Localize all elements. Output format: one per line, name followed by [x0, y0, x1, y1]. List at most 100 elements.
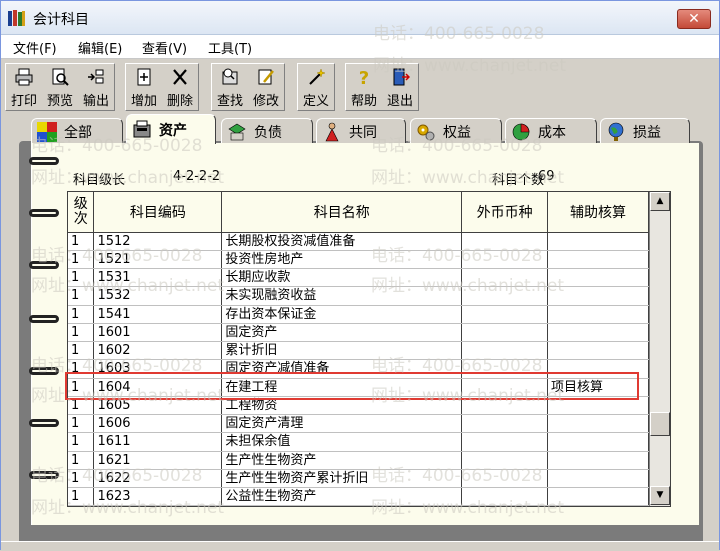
tab-profit-loss[interactable]: 损益: [600, 118, 690, 144]
cell-level[interactable]: 1: [68, 305, 95, 324]
menu-view[interactable]: 查看(V): [140, 38, 189, 57]
cell-name[interactable]: 工程物资: [221, 396, 463, 416]
cell-name[interactable]: 公益性生物资产: [221, 487, 463, 507]
help-button[interactable]: ? 帮助: [346, 64, 382, 110]
cell-code[interactable]: 1611: [93, 432, 223, 452]
cell-level[interactable]: 1: [68, 323, 95, 343]
cell-aux[interactable]: [547, 396, 649, 416]
cell-name[interactable]: 未担保余值: [221, 432, 463, 452]
vertical-scrollbar[interactable]: ▲ ▼: [649, 192, 670, 506]
cell-name[interactable]: 长期应收款: [221, 268, 463, 288]
cell-currency[interactable]: [461, 414, 549, 434]
cell-level[interactable]: 1: [68, 341, 95, 361]
exit-button[interactable]: 退出: [382, 64, 418, 110]
cell-aux[interactable]: [547, 414, 649, 434]
cell-aux[interactable]: [547, 451, 649, 470]
close-button[interactable]: ✕: [677, 9, 711, 29]
cell-currency[interactable]: [461, 323, 549, 343]
cell-currency[interactable]: [461, 451, 549, 470]
cell-code[interactable]: 1532: [93, 286, 223, 306]
cell-name[interactable]: 存出资本保证金: [221, 305, 463, 324]
cell-currency[interactable]: [461, 268, 549, 288]
cell-code[interactable]: 1602: [93, 341, 223, 361]
table-row[interactable]: 1 1521 投资性房地产: [68, 250, 649, 270]
cell-level[interactable]: 1: [68, 487, 95, 507]
column-header-aux[interactable]: 辅助核算: [547, 192, 649, 233]
cell-code[interactable]: 1604: [93, 378, 223, 397]
table-row[interactable]: 1 1604 在建工程 项目核算: [68, 378, 649, 397]
cell-name[interactable]: 累计折旧: [221, 341, 463, 361]
cell-code[interactable]: 1623: [93, 487, 223, 507]
cell-level[interactable]: 1: [68, 232, 95, 251]
cell-aux[interactable]: [547, 432, 649, 452]
cell-currency[interactable]: [461, 432, 549, 452]
cell-code[interactable]: 1622: [93, 469, 223, 489]
cell-aux[interactable]: [547, 305, 649, 324]
cell-level[interactable]: 1: [68, 469, 95, 489]
cell-currency[interactable]: [461, 305, 549, 324]
menu-edit[interactable]: 编辑(E): [76, 38, 124, 57]
cell-aux[interactable]: [547, 341, 649, 361]
preview-button[interactable]: 预览: [42, 64, 78, 110]
cell-level[interactable]: 1: [68, 359, 95, 379]
table-row[interactable]: 1 1602 累计折旧: [68, 341, 649, 361]
cell-name[interactable]: 固定资产: [221, 323, 463, 343]
cell-currency[interactable]: [461, 487, 549, 507]
tab-all[interactable]: 全部: [31, 118, 123, 144]
table-row[interactable]: 1 1531 长期应收款: [68, 268, 649, 288]
cell-currency[interactable]: [461, 341, 549, 361]
print-button[interactable]: 打印: [6, 64, 42, 110]
cell-level[interactable]: 1: [68, 378, 95, 397]
table-row[interactable]: 1 1532 未实现融资收益: [68, 286, 649, 306]
cell-level[interactable]: 1: [68, 414, 95, 434]
cell-level[interactable]: 1: [68, 250, 95, 270]
column-header-name[interactable]: 科目名称: [221, 192, 463, 233]
cell-aux[interactable]: [547, 232, 649, 251]
cell-aux[interactable]: [547, 469, 649, 489]
cell-aux[interactable]: [547, 268, 649, 288]
cell-currency[interactable]: [461, 250, 549, 270]
cell-aux[interactable]: [547, 487, 649, 507]
export-button[interactable]: 输出: [78, 64, 114, 110]
menu-tools[interactable]: 工具(T): [206, 38, 254, 57]
table-row[interactable]: 1 1622 生产性生物资产累计折旧: [68, 469, 649, 489]
cell-name[interactable]: 在建工程: [221, 378, 463, 397]
cell-aux[interactable]: [547, 250, 649, 270]
tab-equity[interactable]: 权益: [410, 118, 502, 144]
table-row[interactable]: 1 1512 长期股权投资减值准备: [68, 232, 649, 251]
cell-level[interactable]: 1: [68, 432, 95, 452]
add-button[interactable]: 增加: [126, 64, 162, 110]
cell-level[interactable]: 1: [68, 268, 95, 288]
column-header-code[interactable]: 科目编码: [93, 192, 223, 233]
table-row[interactable]: 1 1606 固定资产清理: [68, 414, 649, 434]
define-button[interactable]: 定义: [298, 64, 334, 110]
column-header-currency[interactable]: 外币币种: [461, 192, 549, 233]
cell-aux[interactable]: [547, 286, 649, 306]
cell-name[interactable]: 固定资产减值准备: [221, 359, 463, 379]
cell-aux[interactable]: 项目核算: [547, 378, 649, 397]
table-row[interactable]: 1 1603 固定资产减值准备: [68, 359, 649, 379]
cell-name[interactable]: 长期股权投资减值准备: [221, 232, 463, 251]
cell-level[interactable]: 1: [68, 396, 95, 416]
tab-assets[interactable]: 资产: [126, 114, 216, 144]
cell-code[interactable]: 1601: [93, 323, 223, 343]
cell-level[interactable]: 1: [68, 286, 95, 306]
cell-currency[interactable]: [461, 396, 549, 416]
menu-file[interactable]: 文件(F): [11, 38, 59, 57]
cell-aux[interactable]: [547, 359, 649, 379]
find-button[interactable]: 查找: [212, 64, 248, 110]
table-row[interactable]: 1 1541 存出资本保证金: [68, 305, 649, 324]
cell-code[interactable]: 1512: [93, 232, 223, 251]
cell-code[interactable]: 1605: [93, 396, 223, 416]
column-header-level[interactable]: 级 次: [68, 192, 95, 233]
cell-code[interactable]: 1521: [93, 250, 223, 270]
scroll-up-button[interactable]: ▲: [650, 192, 670, 211]
table-row[interactable]: 1 1611 未担保余值: [68, 432, 649, 452]
cell-name[interactable]: 生产性生物资产累计折旧: [221, 469, 463, 489]
edit-button[interactable]: 修改: [248, 64, 284, 110]
cell-currency[interactable]: [461, 378, 549, 397]
tab-cost[interactable]: 成本: [505, 118, 597, 144]
cell-name[interactable]: 投资性房地产: [221, 250, 463, 270]
tab-common[interactable]: 共同: [316, 118, 406, 144]
cell-name[interactable]: 未实现融资收益: [221, 286, 463, 306]
